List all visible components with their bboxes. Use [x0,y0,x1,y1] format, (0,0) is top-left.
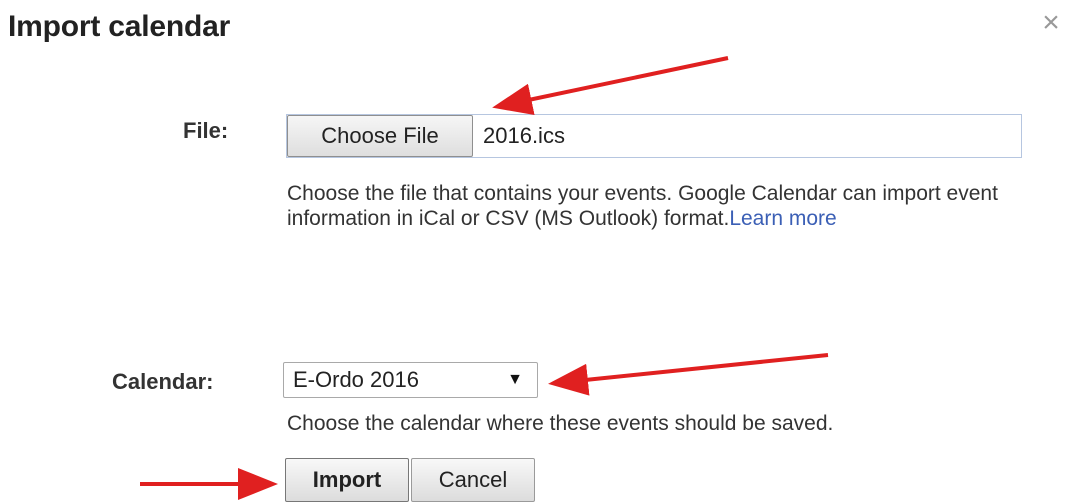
close-icon[interactable]: × [1037,6,1065,40]
file-help-text-body: Choose the file that contains your event… [287,182,998,230]
file-help-text: Choose the file that contains your event… [287,181,1057,231]
choose-file-button[interactable]: Choose File [287,115,473,157]
arrow-to-calendar-select [548,353,829,396]
arrow-to-choose-file [492,56,729,116]
calendar-select[interactable]: E-Ordo 2016 ▼ [283,362,538,398]
dialog-title: Import calendar [8,10,231,43]
calendar-select-value: E-Ordo 2016 [293,367,419,392]
learn-more-link[interactable]: Learn more [729,207,836,230]
selected-file-name: 2016.ics [483,123,565,148]
import-button[interactable]: Import [285,458,409,502]
chevron-down-icon: ▼ [507,371,523,388]
calendar-help-text: Choose the calendar where these events s… [287,412,834,435]
file-input[interactable]: Choose File 2016.ics [286,114,1022,158]
cancel-button[interactable]: Cancel [411,458,535,502]
calendar-label: Calendar: [112,369,214,394]
file-label: File: [183,118,229,143]
